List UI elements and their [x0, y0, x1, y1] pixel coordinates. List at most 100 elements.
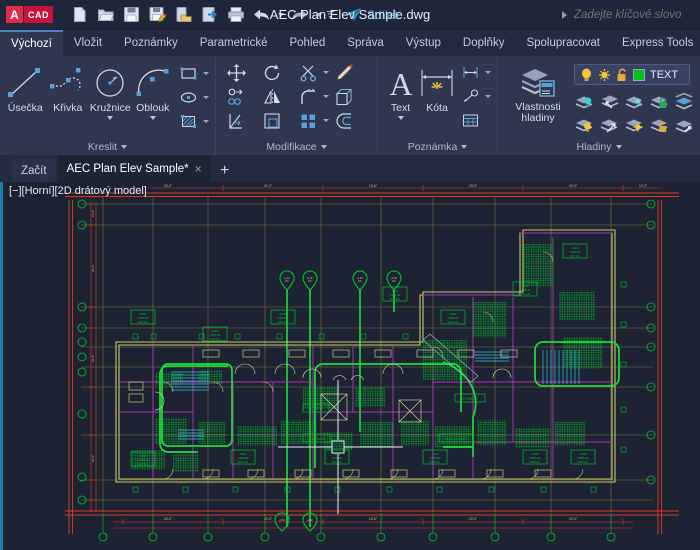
ribbon-tab-vystup[interactable]: Výstup [395, 30, 452, 56]
fillet-dropdown-icon[interactable] [321, 85, 331, 108]
text-tool[interactable]: A Text [384, 61, 417, 120]
layer-freeze-tool[interactable] [597, 89, 621, 112]
drawing-canvas[interactable]: [−][Horní][2D drátový model] 24'-0" 24'-… [0, 182, 700, 550]
undo-dropdown-icon[interactable] [275, 3, 286, 27]
panel-draw-title-row[interactable]: Kreslit [0, 138, 215, 155]
move-tool[interactable] [224, 61, 248, 84]
arc-tool[interactable]: Oblouk [132, 61, 175, 120]
search-box[interactable] [562, 8, 692, 21]
leader-dropdown-icon[interactable] [483, 85, 493, 108]
mirror-tool[interactable] [260, 85, 284, 108]
svg-text:24'-0": 24'-0" [264, 184, 272, 188]
ribbon-tab-spolupracovat[interactable]: Spolupracovat [515, 30, 611, 56]
layer-properties-tool[interactable]: Vlastnosti hladiny [504, 61, 572, 124]
layer-unisolate-tool[interactable] [597, 113, 621, 136]
layer-color-swatch[interactable] [633, 68, 645, 81]
svg-text:24'-0": 24'-0" [569, 184, 577, 188]
rotate-tool[interactable] [260, 61, 284, 84]
search-dropdown-icon[interactable] [562, 10, 567, 19]
customize-qat-icon[interactable] [325, 3, 336, 27]
layer-isolate-tool[interactable] [572, 89, 596, 112]
cad-badge: CAD [24, 6, 53, 23]
document-tab-start[interactable]: Začít [12, 159, 56, 182]
open-folder-icon[interactable] [93, 3, 118, 27]
trim-tool[interactable] [296, 61, 320, 84]
table-tool[interactable] [458, 109, 482, 132]
redo-dropdown-icon[interactable] [313, 3, 324, 27]
extrude-tool[interactable] [332, 85, 356, 108]
viewport-label[interactable]: [−][Horní][2D drátový model] [9, 185, 147, 197]
panel-annotation-title-row[interactable]: Poznámka [378, 138, 497, 155]
panel-annotation-expand-icon[interactable] [461, 144, 468, 149]
layer-on-tool[interactable] [572, 113, 596, 136]
svg-text:142 S.F.: 142 S.F. [447, 320, 458, 324]
stretch-tool[interactable] [224, 109, 248, 132]
layer-unlock-tool[interactable] [647, 113, 671, 136]
ellipse-tool[interactable] [176, 86, 200, 109]
erase-tool[interactable] [332, 61, 356, 84]
ribbon-tab-parametricke[interactable]: Parametrické [189, 30, 279, 56]
plot-icon[interactable] [223, 3, 248, 27]
ribbon: Úsečka Křivka Kružnice Oblouk Kreslit Mo… [0, 57, 700, 155]
redo-icon[interactable] [287, 3, 312, 27]
undo-icon[interactable] [249, 3, 274, 27]
dimension-tool[interactable]: Kóta [417, 61, 457, 114]
ribbon-tab-bar: Výchozí Vložit Poznámky Parametrické Poh… [0, 30, 700, 57]
linear-dimension-dropdown-icon[interactable] [483, 61, 493, 84]
close-tab-icon[interactable]: × [195, 163, 202, 175]
layer-off-tool[interactable] [622, 89, 646, 112]
rectangle-dropdown-icon[interactable] [201, 62, 211, 85]
app-logo[interactable]: A CAD [6, 6, 53, 24]
ribbon-tab-vlozit[interactable]: Vložit [63, 30, 113, 56]
panel-layers-expand-icon[interactable] [615, 144, 622, 149]
layer-lock-tool[interactable] [647, 89, 671, 112]
layer-control[interactable]: TEXT [574, 64, 690, 85]
line-tool-label: Úsečka [7, 102, 43, 114]
document-tab-bar: Začít AEC Plan Elev Sample* × + [0, 155, 700, 182]
rectangle-tool[interactable] [176, 62, 200, 85]
ribbon-tab-vychozi[interactable]: Výchozí [0, 30, 63, 56]
ribbon-tab-pohled[interactable]: Pohled [278, 30, 336, 56]
array-dropdown-icon[interactable] [321, 109, 331, 132]
open-from-web-icon[interactable] [171, 3, 196, 27]
save-icon[interactable] [119, 3, 144, 27]
panel-modify-title-row[interactable]: Modifikace [216, 138, 377, 155]
polyline-tool[interactable]: Křivka [47, 61, 90, 114]
new-file-icon[interactable] [67, 3, 92, 27]
ellipse-dropdown-icon[interactable] [201, 86, 211, 109]
new-tab-button[interactable]: + [213, 159, 237, 182]
circle-tool-label: Kružnice [89, 102, 131, 114]
line-tool[interactable]: Úsečka [4, 61, 47, 114]
layer-thaw-tool[interactable] [622, 113, 646, 136]
scale-tool[interactable] [260, 109, 284, 132]
panel-modify-label: Modifikace [266, 140, 317, 153]
ribbon-tab-doplnky[interactable]: Doplňky [452, 30, 516, 56]
array-tool[interactable] [296, 109, 320, 132]
offset-tool[interactable] [332, 109, 356, 132]
panel-modify-expand-icon[interactable] [320, 144, 327, 149]
trim-dropdown-icon[interactable] [321, 61, 331, 84]
linear-dimension-tool[interactable] [458, 61, 482, 84]
panel-layers-title-row[interactable]: Hladiny [498, 138, 700, 155]
circle-tool[interactable]: Kružnice [89, 61, 132, 120]
text-dropdown-icon[interactable] [397, 116, 404, 120]
ribbon-tab-express-tools[interactable]: Express Tools [611, 30, 700, 56]
panel-draw-expand-icon[interactable] [121, 144, 128, 149]
document-tab-aec-plan[interactable]: AEC Plan Elev Sample* × [57, 155, 211, 182]
fillet-tool[interactable] [296, 85, 320, 108]
layer-delete-tool[interactable] [672, 113, 696, 136]
share-button[interactable]: Sdílet [341, 3, 402, 27]
arc-dropdown-icon[interactable] [149, 116, 156, 120]
svg-text:24'-0": 24'-0" [164, 184, 172, 188]
ribbon-tab-poznamky[interactable]: Poznámky [113, 30, 189, 56]
circle-dropdown-icon[interactable] [107, 116, 114, 120]
ribbon-tab-sprava[interactable]: Správa [336, 30, 394, 56]
save-as-icon[interactable] [145, 3, 170, 27]
search-input[interactable] [574, 8, 692, 21]
leader-tool[interactable] [458, 85, 482, 108]
save-to-web-icon[interactable] [197, 3, 222, 27]
hatch-tool[interactable] [176, 110, 200, 133]
copy-tool[interactable] [224, 85, 248, 108]
hatch-dropdown-icon[interactable] [201, 110, 211, 133]
layer-merge-tool[interactable] [672, 89, 696, 112]
